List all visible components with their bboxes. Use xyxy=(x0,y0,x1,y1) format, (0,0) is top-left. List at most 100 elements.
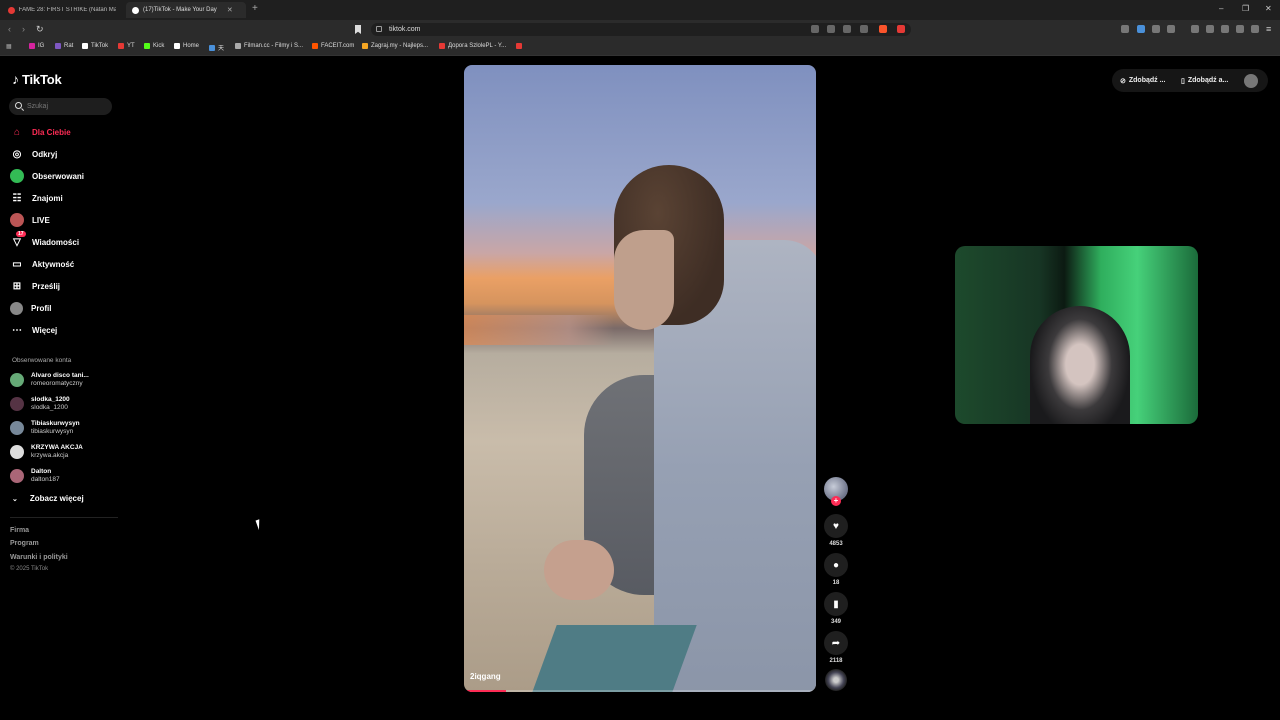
search-placeholder: Szukaj xyxy=(27,103,49,110)
back-icon[interactable]: ‹ xyxy=(8,24,11,34)
browser-tab-fame[interactable]: FAME 28: FIRST STRIKE (Natan Marc... xyxy=(2,2,122,18)
followed-account[interactable]: slodka_1200 slodka_1200 xyxy=(10,396,70,412)
minimize-icon[interactable]: – xyxy=(1219,4,1223,13)
bookmark-item[interactable]: YT xyxy=(118,43,135,49)
sidebar-icon[interactable] xyxy=(1206,25,1214,33)
bookmark-item[interactable]: Home xyxy=(174,43,199,49)
avatar xyxy=(10,469,24,483)
nav-activity[interactable]: ▭ Aktywność xyxy=(10,256,74,272)
followed-account[interactable]: Tibiaskurwysyn tibiaskurwysyn xyxy=(10,420,80,436)
tiktok-icon xyxy=(132,6,139,14)
wallet-icon[interactable] xyxy=(1167,25,1175,33)
webcam-person xyxy=(1030,306,1130,424)
more-icon: ⋯ xyxy=(12,324,22,336)
restore-icon[interactable]: ❐ xyxy=(1242,4,1249,13)
video-progress-bar[interactable] xyxy=(464,690,816,692)
nav-profile[interactable]: Profil xyxy=(10,300,51,316)
nav-more[interactable]: ⋯ Więcej xyxy=(10,322,57,338)
creator-avatar[interactable]: + xyxy=(824,477,848,506)
ai-icon[interactable] xyxy=(1236,25,1244,33)
get-coins-button[interactable]: ⊘ Zdobądź ... xyxy=(1114,71,1171,90)
phone-icon: ▯ xyxy=(1181,77,1185,85)
nav-live[interactable]: LIVE xyxy=(10,212,50,228)
tiktok-logo[interactable]: ♪ TikTok xyxy=(12,71,62,87)
extension-icon[interactable] xyxy=(827,25,835,33)
avatar xyxy=(10,421,24,435)
video-author[interactable]: 2iqgang xyxy=(470,672,501,681)
bookmark-item[interactable]: 天 xyxy=(209,43,224,52)
user-avatar[interactable] xyxy=(1244,74,1258,88)
share-button[interactable]: ➦ xyxy=(824,631,848,655)
bookmark-icon: ▮ xyxy=(833,598,839,610)
nav-following[interactable]: Obserwowani xyxy=(10,168,84,184)
bookmark-item[interactable]: FACEIT.com xyxy=(312,43,354,49)
video-player[interactable]: 2iqgang xyxy=(464,65,816,692)
share-icon[interactable] xyxy=(860,25,868,33)
site-info-icon[interactable] xyxy=(376,26,382,32)
comment-button[interactable]: ● xyxy=(824,553,848,577)
footer-link-program[interactable]: Program xyxy=(10,540,39,547)
bookmark-favicon xyxy=(209,44,215,51)
avatar xyxy=(10,373,24,387)
messages-badge: 17 xyxy=(16,231,26,237)
followed-account[interactable]: Dalton dalton187 xyxy=(10,468,60,484)
video-frame-detail xyxy=(544,540,614,600)
followed-account[interactable]: KRZYWA AKCJA krzywa.akcja xyxy=(10,444,83,460)
see-more-button[interactable]: ⌄ Zobacz więcej xyxy=(12,494,84,503)
bookmark-icon[interactable] xyxy=(355,25,361,34)
new-tab-button[interactable]: + xyxy=(252,4,258,14)
extension-icon[interactable] xyxy=(1121,25,1129,33)
video-frame-detail xyxy=(531,625,697,692)
follow-plus-icon[interactable]: + xyxy=(831,496,841,506)
comment-count: 18 xyxy=(832,580,840,586)
apps-icon[interactable]: ▦ xyxy=(6,43,12,50)
nav-explore[interactable]: ◎ Odkryj xyxy=(10,146,58,162)
upload-icon: ⊞ xyxy=(12,280,22,292)
nav-upload[interactable]: ⊞ Prześlij xyxy=(10,278,60,294)
media-icon[interactable] xyxy=(1191,25,1199,33)
get-app-button[interactable]: ▯ Zdobądź a... xyxy=(1175,71,1234,90)
close-window-icon[interactable]: ✕ xyxy=(1265,4,1272,13)
copyright: © 2025 TikTok xyxy=(10,566,49,572)
bookmark-item[interactable]: Rat xyxy=(55,43,73,49)
bookmark-item[interactable]: Дорога SzlolePL - Y... xyxy=(439,43,506,49)
bookmark-item[interactable]: Filman.cc - Filmy i S... xyxy=(235,43,303,49)
browser-toolbar: ‹ › ↻ tiktok.com ≡ xyxy=(0,20,1280,39)
tiktok-icon xyxy=(82,43,88,49)
brave-shield-icon[interactable] xyxy=(879,25,887,33)
nav-for-you[interactable]: ⌂ Dla Ciebie xyxy=(10,124,71,140)
like-button[interactable]: ♥ xyxy=(824,514,848,538)
extension-icon[interactable] xyxy=(1137,25,1145,33)
bookmark-item[interactable] xyxy=(516,43,525,49)
video-frame-detail xyxy=(614,230,674,330)
vpn-icon[interactable] xyxy=(1251,25,1259,33)
menu-icon[interactable]: ≡ xyxy=(1266,24,1271,34)
bookmark-item[interactable]: TikTok xyxy=(82,43,108,49)
browser-tab-tiktok[interactable]: (17)TikTok - Make Your Day ✕ xyxy=(126,2,246,18)
extensions-puzzle-icon[interactable] xyxy=(1152,25,1160,33)
bookmark-item[interactable]: Zagraj.my - Najleps... xyxy=(362,43,428,49)
reload-icon[interactable]: ↻ xyxy=(36,24,44,35)
extension-icon[interactable] xyxy=(811,25,819,33)
footer-link-terms[interactable]: Warunki i polityki xyxy=(10,554,68,561)
bookmark-item[interactable]: Kick xyxy=(144,43,164,49)
wallet-icon[interactable] xyxy=(1221,25,1229,33)
activity-icon: ▭ xyxy=(12,258,22,270)
following-icon xyxy=(10,169,24,183)
followed-account[interactable]: Alvaro disco tani... romeoromatyczny xyxy=(10,372,89,388)
search-input[interactable]: Szukaj xyxy=(9,98,112,115)
footer-link-company[interactable]: Firma xyxy=(10,527,29,534)
nav-messages[interactable]: ▽ 17 Wiadomości xyxy=(10,231,79,250)
mouse-cursor xyxy=(255,517,267,531)
music-disc-icon[interactable] xyxy=(825,669,847,691)
bookmarks-bar: ▦ IG Rat TikTok YT Kick Home 天 Filman.cc… xyxy=(0,39,1280,56)
brave-rewards-icon[interactable] xyxy=(897,25,905,33)
avatar xyxy=(10,397,24,411)
close-tab-icon[interactable]: ✕ xyxy=(227,6,233,14)
forward-icon[interactable]: › xyxy=(22,24,25,34)
nav-friends[interactable]: ☷ Znajomi xyxy=(10,190,63,206)
save-button[interactable]: ▮ xyxy=(824,592,848,616)
tab-label: FAME 28: FIRST STRIKE (Natan Marc... xyxy=(18,7,116,13)
translate-icon[interactable] xyxy=(843,25,851,33)
bookmark-item[interactable]: IG xyxy=(29,43,44,49)
